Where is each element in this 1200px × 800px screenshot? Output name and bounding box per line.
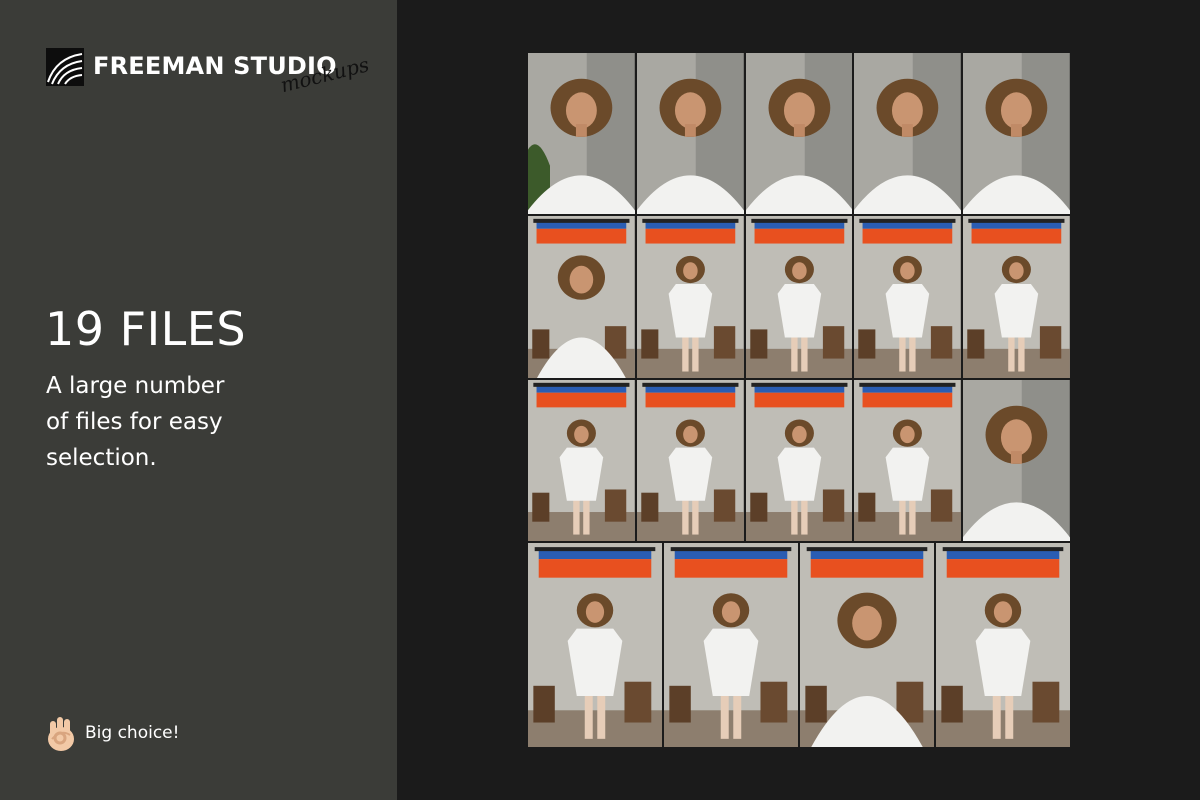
gallery-photo [528,543,662,747]
ok-hand-icon [48,717,74,751]
gallery-photo [636,53,744,214]
footer-label: Big choice! [85,723,180,743]
gallery-photo [854,380,962,541]
gallery-photo [664,543,798,747]
gallery-photo [745,380,853,541]
left-info-panel: FREEMAN STUDIO mockups 19 FILES A large … [0,0,397,800]
gallery-photo [745,216,853,378]
gallery-photo [745,53,853,214]
gallery-photo [963,216,1070,378]
freeman-logo-icon [46,48,84,86]
gallery-photo [854,53,962,214]
gallery-photo [936,543,1070,747]
description-line: selection. [46,445,157,471]
gallery-photo [854,216,962,378]
gallery-photo [528,53,635,214]
gallery-photo [636,216,744,378]
files-count-heading: 19 FILES [45,302,247,356]
description-text: A large number of files for easy selecti… [46,368,276,476]
right-gallery-panel [397,0,1200,800]
gallery-photo [963,380,1070,541]
gallery-photo [528,216,635,378]
description-line: of files for easy [46,409,223,435]
description-line: A large number [46,373,225,399]
gallery-photo [528,380,635,541]
gallery-photo [963,53,1070,214]
gallery-photo [636,380,744,541]
gallery-photo [800,543,934,747]
